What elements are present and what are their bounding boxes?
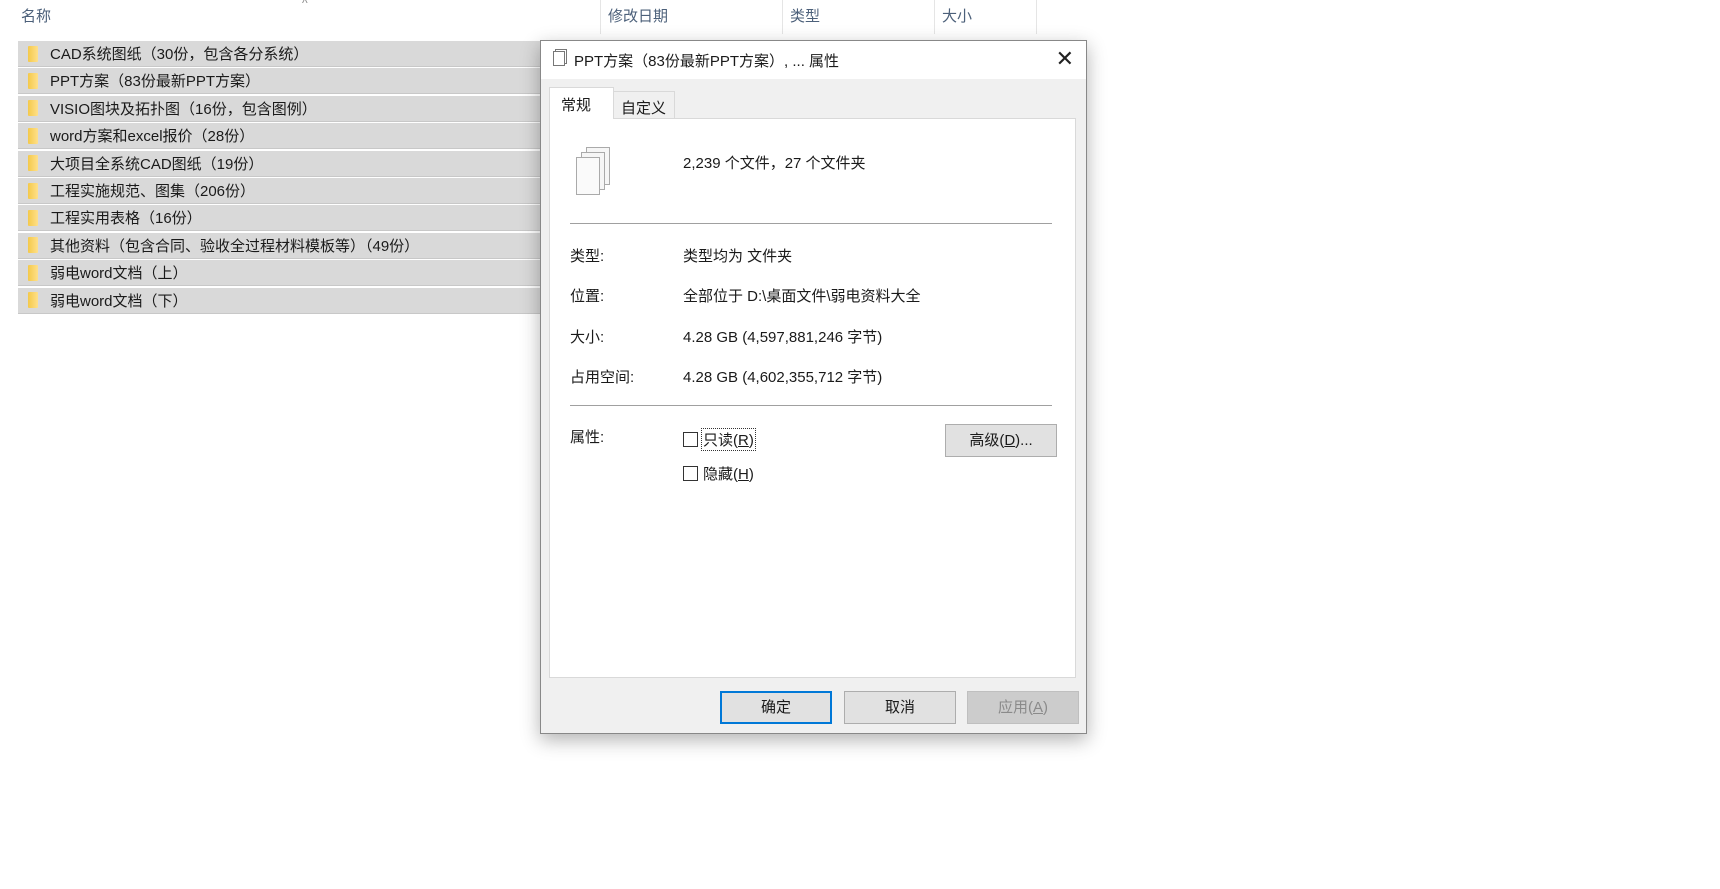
folder-row[interactable]: 弱电word文档（上） <box>18 260 598 287</box>
hidden-checkbox[interactable] <box>683 466 698 481</box>
folder-row[interactable]: 工程实施规范、图集（206份） <box>18 178 598 204</box>
readonly-label[interactable]: 只读(R) <box>701 428 756 451</box>
tab-general[interactable]: 常规 <box>549 87 614 119</box>
tab-custom[interactable]: 自定义 <box>613 91 675 119</box>
readonly-checkbox[interactable] <box>683 432 698 447</box>
folder-icon <box>28 182 38 199</box>
folder-row[interactable]: 工程实用表格（16份） <box>18 205 598 232</box>
folder-icon <box>28 237 38 254</box>
folder-row[interactable]: PPT方案（83份最新PPT方案） <box>18 68 598 95</box>
folder-name: 工程实用表格（16份） <box>50 210 202 228</box>
folder-row[interactable]: 大项目全系统CAD图纸（19份） <box>18 150 598 177</box>
folder-name: 其他资料（包含合同、验收全过程材料模板等）（49份） <box>50 237 420 255</box>
cancel-button[interactable]: 取消 <box>844 691 956 724</box>
column-type[interactable]: 类型 <box>784 0 820 34</box>
folder-icon <box>28 209 38 226</box>
sort-ascending-icon: ^ <box>302 0 308 10</box>
column-name[interactable]: 名称 <box>15 0 51 34</box>
folder-icon <box>28 127 38 144</box>
folder-row[interactable]: word方案和excel报价（28份） <box>18 123 598 150</box>
attributes-label: 属性: <box>570 429 605 446</box>
location-label: 位置: <box>570 288 605 305</box>
folder-icon <box>28 155 38 172</box>
close-button[interactable]: ✕ <box>1056 46 1074 72</box>
size-value: 4.28 GB (4,597,881,246 字节) <box>683 329 883 346</box>
file-count-summary: 2,239 个文件，27 个文件夹 <box>683 155 866 172</box>
advanced-button[interactable]: 高级(D)... <box>945 424 1057 457</box>
size-label: 大小: <box>570 329 605 346</box>
title-bar[interactable]: PPT方案（83份最新PPT方案）, ... 属性 ✕ <box>541 41 1086 79</box>
disk-size-label: 占用空间: <box>570 369 635 386</box>
folder-row[interactable]: 其他资料（包含合同、验收全过程材料模板等）（49份） <box>18 232 598 259</box>
dialog-title: PPT方案（83份最新PPT方案）, ... 属性 <box>574 53 840 70</box>
folder-icon <box>28 264 38 281</box>
disk-size-value: 4.28 GB (4,602,355,712 字节) <box>683 369 883 386</box>
folder-row[interactable]: VISIO图块及拓扑图（16份，包含图例） <box>18 95 598 122</box>
folder-name: 弱电word文档（下） <box>50 292 188 310</box>
general-panel: 2,239 个文件，27 个文件夹 类型: 类型均为 文件夹 位置: 全部位于 … <box>549 118 1076 678</box>
folder-icon <box>28 100 38 117</box>
folder-name: 大项目全系统CAD图纸（19份） <box>50 155 264 173</box>
folder-icon <box>28 292 38 309</box>
folder-icon <box>28 45 38 62</box>
multiple-files-icon <box>576 147 610 195</box>
column-size[interactable]: 大小 <box>936 0 972 34</box>
folder-row[interactable]: 弱电word文档（下） <box>18 287 598 314</box>
divider <box>570 405 1052 406</box>
type-value: 类型均为 文件夹 <box>683 248 793 265</box>
ok-button[interactable]: 确定 <box>720 691 832 724</box>
folder-name: 弱电word文档（上） <box>50 265 188 283</box>
folder-row[interactable]: CAD系统图纸（30份，包含各分系统） <box>18 41 598 67</box>
type-label: 类型: <box>570 248 605 265</box>
folder-name: word方案和excel报价（28份） <box>50 128 255 146</box>
folder-icon <box>28 72 38 89</box>
folder-name: CAD系统图纸（30份，包含各分系统） <box>50 46 309 63</box>
divider <box>570 223 1052 224</box>
apply-button[interactable]: 应用(A) <box>967 691 1079 724</box>
folder-name: VISIO图块及拓扑图（16份，包含图例） <box>50 100 317 118</box>
location-value: 全部位于 D:\桌面文件\弱电资料大全 <box>683 288 921 305</box>
files-icon <box>553 51 565 66</box>
folder-name: 工程实施规范、图集（206份） <box>50 183 256 200</box>
hidden-label[interactable]: 隐藏(H) <box>703 463 754 484</box>
properties-dialog: PPT方案（83份最新PPT方案）, ... 属性 ✕ 常规 自定义 2,239… <box>540 40 1087 734</box>
folder-name: PPT方案（83份最新PPT方案） <box>50 73 261 91</box>
column-modified[interactable]: 修改日期 <box>602 0 668 34</box>
